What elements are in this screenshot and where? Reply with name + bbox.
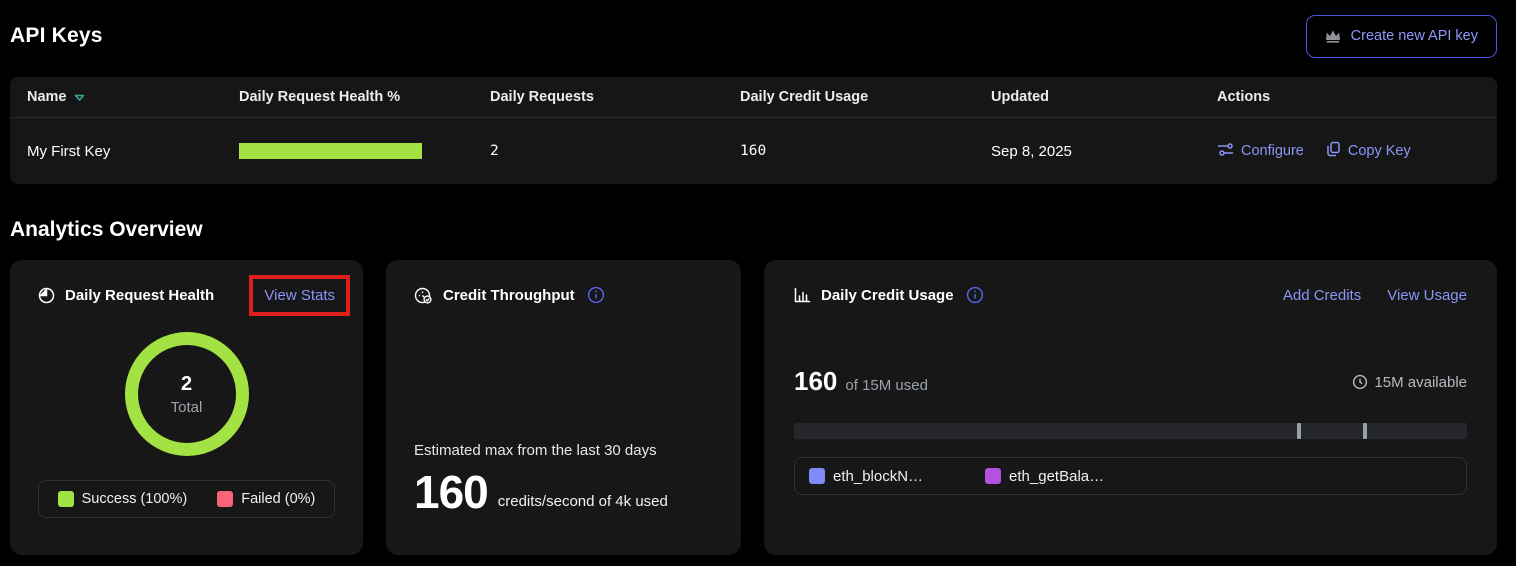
donut-total-label: Total [171, 399, 203, 416]
info-icon[interactable] [966, 286, 984, 304]
info-icon[interactable] [587, 286, 605, 304]
legend-item-success: Success (100%) [58, 491, 188, 507]
throughput-value: 160 [414, 469, 488, 515]
progress-tick [1363, 423, 1367, 439]
bar-chart-icon [794, 287, 811, 303]
daily-credit-usage-card: Daily Credit Usage Add Credits View Usag… [764, 260, 1497, 555]
usage-legend: eth_blockN… eth_getBala… [794, 457, 1467, 495]
sliders-icon [1217, 142, 1234, 161]
page-title: API Keys [10, 24, 103, 48]
daily-request-health-card: Daily Request Health View Stats 2 Total … [10, 260, 363, 555]
legend-item-failed: Failed (0%) [217, 491, 315, 507]
column-header-credit-usage: Daily Credit Usage [740, 89, 991, 105]
spacer [414, 304, 713, 442]
credit-throughput-card: Credit Throughput Estimated max from the… [386, 260, 741, 555]
eth-blocknumber-swatch [809, 468, 825, 484]
legend-item-eth-blocknumber: eth_blockN… [809, 468, 923, 485]
dashboard-page: API Keys Create new API key Name Daily R… [10, 14, 1497, 555]
updated-date: Sep 8, 2025 [991, 143, 1217, 160]
daily-requests-value: 2 [490, 143, 740, 159]
card-header: Daily Request Health View Stats [38, 275, 335, 316]
eth-getbalance-swatch [985, 468, 1001, 484]
view-stats-link[interactable]: View Stats [264, 287, 335, 304]
copy-key-button[interactable]: Copy Key [1326, 141, 1411, 161]
column-header-requests: Daily Requests [490, 89, 740, 105]
column-header-health: Daily Request Health % [239, 89, 490, 105]
legend-item-eth-getbalance: eth_getBala… [985, 468, 1104, 485]
configure-button[interactable]: Configure [1217, 142, 1304, 161]
failed-swatch [217, 491, 233, 507]
daily-credit-usage-value: 160 [740, 143, 991, 159]
throughput-subtitle: Estimated max from the last 30 days [414, 442, 713, 459]
donut-center: 2 Total [171, 373, 203, 416]
view-usage-link[interactable]: View Usage [1387, 287, 1467, 304]
throughput-value-suffix: credits/second of 4k used [498, 493, 668, 515]
add-credits-link[interactable]: Add Credits [1283, 287, 1361, 304]
health-bar-cell [239, 143, 490, 159]
card-header: Daily Credit Usage Add Credits View Usag… [794, 286, 1467, 304]
actions-cell: Configure Copy Key [1217, 141, 1497, 161]
column-header-updated: Updated [991, 89, 1217, 105]
pie-chart-icon [38, 287, 55, 304]
analytics-cards: Daily Request Health View Stats 2 Total … [10, 260, 1497, 555]
usage-summary-row: 160 of 15M used 15M available [794, 366, 1467, 397]
table-header: Name Daily Request Health % Daily Reques… [10, 77, 1497, 118]
gauge-icon [414, 287, 433, 304]
credits-available: 15M available [1352, 374, 1467, 391]
health-donut-wrap: 2 Total [38, 332, 335, 456]
table-row[interactable]: My First Key 2 160 Sep 8, 2025 Configure [10, 118, 1497, 184]
analytics-overview-title: Analytics Overview [10, 218, 1497, 242]
health-donut-chart: 2 Total [125, 332, 249, 456]
api-key-name: My First Key [27, 143, 239, 160]
donut-total-value: 2 [171, 373, 203, 396]
credits-used-value: 160 [794, 366, 837, 397]
sort-chevron-icon[interactable] [74, 94, 85, 102]
annotation-highlight-box: View Stats [249, 275, 350, 316]
column-header-actions: Actions [1217, 89, 1497, 105]
clock-icon [1352, 374, 1368, 390]
card-title: Daily Request Health [65, 287, 214, 304]
health-bar-track [239, 143, 422, 159]
credit-usage-progress-bar [794, 423, 1467, 439]
top-bar: API Keys Create new API key [10, 14, 1497, 58]
health-bar-fill [239, 143, 422, 159]
throughput-value-row: 160 credits/second of 4k used [414, 469, 713, 515]
copy-icon [1326, 141, 1341, 161]
create-api-key-button[interactable]: Create new API key [1306, 15, 1497, 58]
create-api-key-label: Create new API key [1351, 28, 1478, 44]
api-keys-table: Name Daily Request Health % Daily Reques… [10, 77, 1497, 184]
card-title: Credit Throughput [443, 287, 575, 304]
health-legend: Success (100%) Failed (0%) [38, 480, 335, 518]
crown-icon [1325, 29, 1341, 43]
progress-tick [1297, 423, 1301, 439]
credits-used-suffix: of 15M used [845, 377, 928, 394]
column-header-name[interactable]: Name [27, 89, 239, 105]
card-title: Daily Credit Usage [821, 287, 954, 304]
card-header: Credit Throughput [414, 286, 713, 304]
success-swatch [58, 491, 74, 507]
